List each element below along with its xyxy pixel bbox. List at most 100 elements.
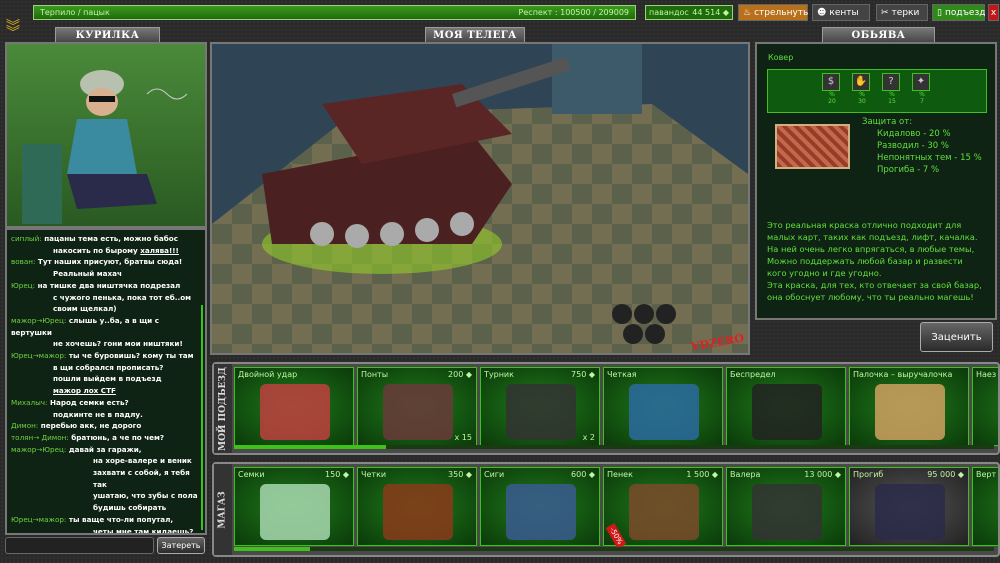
item-name: Валера	[730, 470, 761, 479]
shop-item[interactable]: Семки 150 ◆	[234, 467, 354, 546]
stat-value: 15	[888, 98, 896, 105]
chat-text: Народ семки есть?	[49, 397, 129, 407]
chat-message: на хоре-валере и веник	[11, 455, 201, 467]
inventory-item[interactable]: Палочка – выручалочка	[849, 367, 969, 446]
inventory-item[interactable]: Четкая	[603, 367, 723, 446]
currency-value: 44 514	[692, 8, 721, 17]
chat-message: сиплый: пацаны тема есть, можно бабос	[11, 233, 201, 245]
chat-message: Михалыч: Народ семки есть?	[11, 397, 201, 409]
scissors-icon: ✂	[881, 7, 889, 18]
inventory-scrollbar[interactable]	[234, 445, 994, 449]
chat-message: подкинте не в падлу.	[11, 409, 201, 421]
description-line: кого угодно и где угодно.	[767, 268, 882, 278]
inventory-item[interactable]: Понты 200 ◆ x 15	[357, 367, 477, 446]
shoot-button[interactable]: ♨ стрельнуть	[738, 4, 808, 21]
chat-author[interactable]: вован:	[11, 257, 35, 266]
chat-author[interactable]: мажор→Юрец:	[11, 316, 66, 325]
inventory-item[interactable]: Турник 750 ◆ x 2	[480, 367, 600, 446]
player-name: Терпило / пацык	[40, 8, 110, 17]
chat-message: в щи собрался прописать?	[11, 362, 201, 374]
chat-author[interactable]: сиплый:	[11, 234, 42, 243]
chat-message: своим щелкал)	[11, 303, 201, 315]
item-name: Четкая	[607, 370, 637, 379]
item-name: Беспредел	[730, 370, 776, 379]
entrance-button[interactable]: ▯ подъезд	[932, 4, 985, 21]
inventory-item[interactable]: Двойной удар	[234, 367, 354, 446]
chat-message: мажор→Юрец: давай за гаражи,	[11, 444, 201, 456]
chat-text: пошли выйдем в подъезд	[53, 374, 162, 384]
stat-percent-sign: %	[919, 91, 925, 98]
chat-scrollbar[interactable]	[201, 305, 203, 530]
stat-percent-sign: %	[889, 91, 895, 98]
item-price: 750 ◆	[571, 370, 595, 379]
chat-author[interactable]: Михалыч:	[11, 398, 47, 407]
close-button[interactable]: x	[988, 4, 999, 21]
talks-button[interactable]: ✂ терки	[876, 4, 928, 21]
chat-text: пацаны тема есть, можно бабос	[44, 234, 178, 243]
shop-item[interactable]: Четки 350 ◆	[357, 467, 477, 546]
chat-input[interactable]	[5, 537, 154, 554]
item-price: 600 ◆	[571, 470, 595, 479]
chat-author[interactable]: Димон:	[11, 421, 38, 430]
protection-list: Защита от: Кидалово - 20 % Разводил - 30 …	[862, 116, 982, 176]
tab-my-cart[interactable]: МОЯ ТЕЛЕГА	[425, 27, 525, 43]
item-name: Верт	[976, 470, 997, 479]
tank-image	[212, 44, 748, 353]
door-icon: ▯	[937, 7, 942, 18]
chat-author[interactable]: Юрец→мажор:	[11, 351, 66, 360]
chat-message: захвати с собой, я тебя так	[11, 467, 201, 490]
chat-text: своим щелкал)	[53, 304, 117, 314]
close-icon: x	[990, 7, 997, 18]
inventory-item[interactable]: Наез	[972, 367, 998, 446]
chat-text: перебью акк, не дорого	[40, 421, 142, 431]
chat-message: четы мне там кидаешь?	[11, 526, 201, 533]
stat-0: $% 20	[822, 73, 842, 112]
shop-scrollbar[interactable]	[234, 547, 994, 551]
chat-author[interactable]: мажор→Юрец:	[11, 445, 66, 454]
hand-icon: ✋	[852, 73, 870, 91]
chat-log[interactable]: сиплый: пацаны тема есть, можно бабос нак…	[5, 228, 207, 535]
cart-scene: VDZERO	[210, 42, 750, 355]
description-line: она обоснует любому, что ты реально маге…	[767, 292, 974, 302]
appraise-button[interactable]: Заценить	[920, 322, 993, 352]
chat-link[interactable]: халява!!!	[140, 246, 179, 255]
chat-message: с чужого пенька, пока тот еб..ом	[11, 292, 201, 304]
shop-item[interactable]: Верт	[972, 467, 998, 546]
description-line: Это реальная краска отлично подходит для	[767, 220, 962, 230]
clear-chat-button[interactable]: Затереть	[157, 537, 205, 554]
shop-item[interactable]: Сиги 600 ◆	[480, 467, 600, 546]
item-name: Турник	[484, 370, 514, 379]
item-image	[383, 484, 453, 540]
shop-item[interactable]: Пенек 1 500 ◆ -50%	[603, 467, 723, 549]
chat-author[interactable]: Юрец→мажор:	[11, 515, 66, 524]
chat-text: Реальный махач	[53, 269, 122, 279]
chat-message: Юрец→мажор: ты ваще что-ли попутал,	[11, 514, 201, 526]
item-description: Это реальная краска отлично подходит для…	[767, 219, 982, 303]
item-price: 200 ◆	[448, 370, 472, 379]
chat-link[interactable]: мажор лох CTF	[53, 386, 116, 395]
inventory-item[interactable]: Беспредел	[726, 367, 846, 446]
chat-author[interactable]: Юрец:	[11, 281, 35, 290]
shop-item[interactable]: Валера 13 000 ◆	[726, 467, 846, 546]
stat-percent-sign: %	[859, 91, 865, 98]
stat-value: 30	[858, 98, 866, 105]
shop-item[interactable]: Прогиб 95 000 ◆	[849, 467, 969, 546]
inventory-shelf: МОЙ ПОДЪЕЗД Двойной удар Понты 200 ◆ x 15 Ту…	[212, 362, 1000, 455]
chat-author[interactable]: толян→ Димон:	[11, 433, 69, 442]
tab-ads[interactable]: ОБЬЯВА	[822, 27, 935, 43]
button-label: стрельнуть	[754, 7, 809, 18]
item-title: Ковер	[768, 53, 794, 62]
respect-max: 209009	[598, 8, 629, 17]
chat-text: ушатаю, что зубы с пола	[93, 491, 198, 501]
friends-button[interactable]: ☻ кенты	[812, 4, 870, 21]
item-price: 95 000 ◆	[927, 470, 964, 479]
inventory-label: МОЙ ПОДЪЕЗД	[214, 364, 232, 453]
item-price: 1 500 ◆	[686, 470, 718, 479]
item-image	[383, 384, 453, 440]
description-line: Эта краска, для тех, кто отвечает за сво…	[767, 280, 982, 290]
avatar-scene	[5, 42, 207, 228]
chat-text: ты че буровишь? кому ты там	[68, 351, 194, 361]
tab-smoke-room[interactable]: КУРИЛКА	[55, 27, 160, 43]
chat-text: ты ваще что-ли попутал,	[68, 514, 174, 524]
item-stats-box: $% 20 ✋% 30?% 15 ✦% 7	[767, 69, 987, 113]
